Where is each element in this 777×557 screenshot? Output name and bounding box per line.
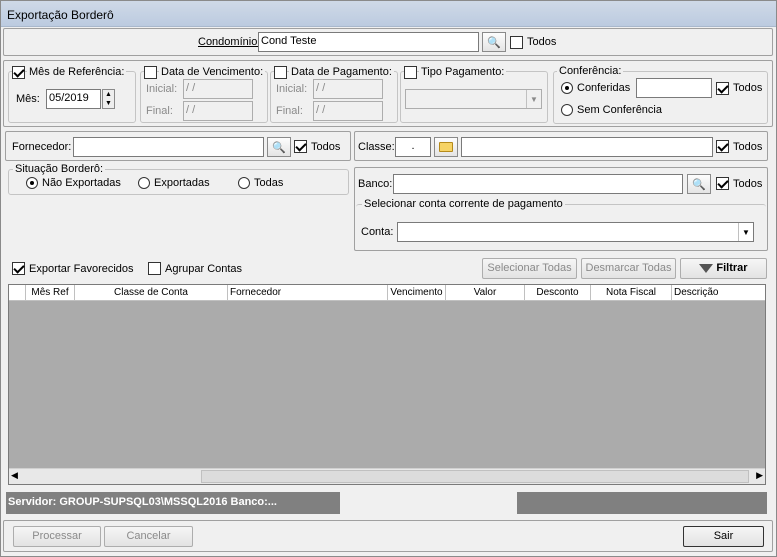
processar-button[interactable]: Processar xyxy=(13,526,101,547)
funnel-icon xyxy=(699,263,714,273)
sem-conferencia-label: Sem Conferência xyxy=(577,104,662,116)
data-vencimento-checkbox[interactable] xyxy=(144,66,157,79)
classe-description-input[interactable] xyxy=(461,137,713,157)
cancelar-button[interactable]: Cancelar xyxy=(104,526,193,547)
filtrar-button[interactable]: Filtrar xyxy=(680,258,767,279)
mes-referencia-checkbox[interactable] xyxy=(12,66,25,79)
conferencia-todos-checkbox[interactable] xyxy=(716,82,729,95)
agrupar-contas-label: Agrupar Contas xyxy=(165,263,243,275)
conferidas-radio[interactable] xyxy=(561,82,573,94)
col-classe-conta[interactable]: Classe de Conta xyxy=(75,285,228,301)
conta-corrente-label: Selecionar conta corrente de pagamento xyxy=(362,198,565,210)
selecionar-todas-button[interactable]: Selecionar Todas xyxy=(482,258,577,279)
exportar-favorecidos-label: Exportar Favorecidos xyxy=(29,263,134,275)
conferencia-label: Conferência: xyxy=(557,65,624,77)
col-select[interactable] xyxy=(9,285,26,301)
condominio-todos-checkbox[interactable] xyxy=(510,36,523,49)
search-banco-button[interactable]: 🔍 xyxy=(687,174,711,194)
fornecedor-label: Fornecedor: xyxy=(12,141,72,153)
col-vencimento[interactable]: Vencimento xyxy=(388,285,446,301)
col-mes-ref[interactable]: Mês Ref xyxy=(26,285,75,301)
tipo-pagamento-label: Tipo Pagamento: xyxy=(419,66,507,78)
classe-todos-checkbox[interactable] xyxy=(716,140,729,153)
vencimento-inicial-label: Inicial: xyxy=(146,83,178,95)
results-grid[interactable]: Mês Ref Classe de Conta Fornecedor Venci… xyxy=(8,284,766,485)
agrupar-contas-checkbox[interactable] xyxy=(148,262,161,275)
fornecedor-todos-checkbox[interactable] xyxy=(294,140,307,153)
tipo-pagamento-checkbox[interactable] xyxy=(404,66,417,79)
conferencia-input[interactable] xyxy=(636,78,712,98)
fornecedor-todos-label: Todos xyxy=(311,141,341,153)
chevron-down-icon: ▼ xyxy=(526,90,541,108)
conta-select[interactable]: ▼ xyxy=(397,222,754,242)
chevron-down-icon: ▼ xyxy=(738,223,753,241)
vencimento-final-label: Final: xyxy=(146,105,173,117)
data-vencimento-label: Data de Vencimento: xyxy=(159,66,266,78)
progress-bar xyxy=(517,492,767,514)
conta-label: Conta: xyxy=(361,226,394,238)
nao-exportadas-radio[interactable] xyxy=(26,177,38,189)
mes-label: Mês: xyxy=(16,93,40,105)
conferidas-label: Conferidas xyxy=(577,82,631,94)
banco-input[interactable] xyxy=(393,174,683,194)
title-bar: Exportação Borderô xyxy=(1,1,776,27)
server-status: Servidor: GROUP-SUPSQL03\MSSQL2016 Banco… xyxy=(6,492,340,514)
desmarcar-todas-button[interactable]: Desmarcar Todas xyxy=(581,258,676,279)
col-valor[interactable]: Valor xyxy=(446,285,525,301)
condominio-input[interactable]: Cond Teste xyxy=(258,32,479,52)
binoculars-icon: 🔍 xyxy=(692,178,706,191)
fornecedor-input[interactable] xyxy=(73,137,264,157)
scroll-left-icon[interactable]: ◀ xyxy=(11,470,18,481)
mes-referencia-label: Mês de Referência: xyxy=(27,66,127,78)
pagamento-final-input[interactable]: / / xyxy=(313,101,383,121)
data-pagamento-label: Data de Pagamento: xyxy=(289,66,394,78)
col-fornecedor[interactable]: Fornecedor xyxy=(228,285,388,301)
folder-button[interactable] xyxy=(434,137,458,157)
todas-radio[interactable] xyxy=(238,177,250,189)
binoculars-icon: 🔍 xyxy=(272,141,286,154)
grid-header: Mês Ref Classe de Conta Fornecedor Venci… xyxy=(9,285,765,301)
filtrar-label: Filtrar xyxy=(716,262,748,274)
pagamento-inicial-input[interactable]: / / xyxy=(313,79,383,99)
scroll-right-icon[interactable]: ▶ xyxy=(756,470,763,481)
scroll-thumb[interactable] xyxy=(201,470,749,483)
classe-todos-label: Todos xyxy=(733,141,763,153)
banco-todos-label: Todos xyxy=(733,178,763,190)
col-desconto[interactable]: Desconto xyxy=(525,285,591,301)
sair-button[interactable]: Sair xyxy=(683,526,764,547)
exportadas-label: Exportadas xyxy=(154,177,210,189)
window-title: Exportação Borderô xyxy=(7,8,114,22)
mes-input[interactable]: 05/2019 xyxy=(46,89,101,109)
search-fornecedor-button[interactable]: 🔍 xyxy=(267,137,291,157)
search-condominio-button[interactable]: 🔍 xyxy=(482,32,506,52)
condominio-todos-label: Todos xyxy=(527,36,557,48)
classe-label: Classe: xyxy=(358,141,395,153)
pagamento-inicial-label: Inicial: xyxy=(276,83,308,95)
data-pagamento-checkbox[interactable] xyxy=(274,66,287,79)
binoculars-icon: 🔍 xyxy=(487,36,501,49)
classe-code-input[interactable]: . xyxy=(395,137,431,157)
tipo-pagamento-select[interactable]: ▼ xyxy=(405,89,542,109)
sem-conferencia-radio[interactable] xyxy=(561,104,573,116)
vencimento-inicial-input[interactable]: / / xyxy=(183,79,253,99)
pagamento-final-label: Final: xyxy=(276,105,303,117)
exportadas-radio[interactable] xyxy=(138,177,150,189)
banco-label: Banco: xyxy=(358,178,393,190)
todas-label: Todas xyxy=(254,177,284,189)
condominio-label: Condomínio: xyxy=(198,36,261,48)
mes-spinner[interactable]: ▲ ▼ xyxy=(102,89,115,109)
exportar-favorecidos-checkbox[interactable] xyxy=(12,262,25,275)
col-nota-fiscal[interactable]: Nota Fiscal xyxy=(591,285,672,301)
situacao-label: Situação Borderô: xyxy=(13,163,106,175)
banco-todos-checkbox[interactable] xyxy=(716,177,729,190)
vencimento-final-input[interactable]: / / xyxy=(183,101,253,121)
horizontal-scrollbar[interactable]: ◀ ▶ xyxy=(9,468,765,484)
nao-exportadas-label: Não Exportadas xyxy=(42,177,121,189)
conferencia-todos-label: Todos xyxy=(733,82,763,94)
folder-icon xyxy=(439,142,453,152)
col-descricao[interactable]: Descrição xyxy=(672,285,765,301)
